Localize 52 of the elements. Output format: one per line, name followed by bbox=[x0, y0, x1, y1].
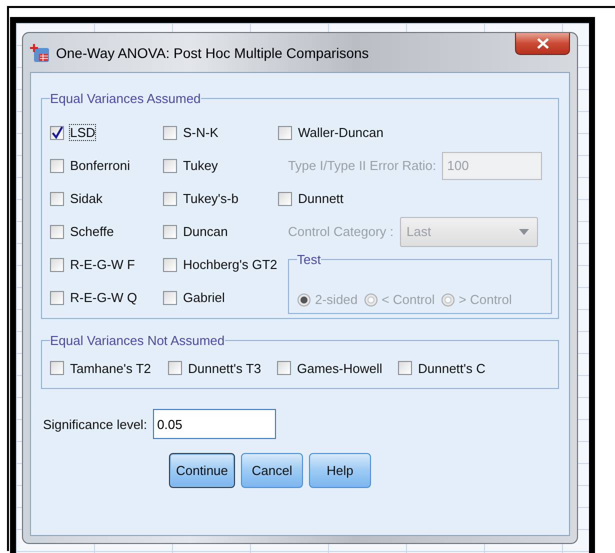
field-label: Type I/Type II Error Ratio: bbox=[288, 158, 436, 173]
checkbox[interactable] bbox=[163, 224, 177, 238]
checkbox-label[interactable]: Hochberg's GT2 bbox=[183, 257, 278, 272]
checkbox-label[interactable]: Games-Howell bbox=[297, 360, 382, 376]
checkbox-label[interactable]: LSD bbox=[70, 125, 96, 140]
checkbox[interactable] bbox=[50, 361, 64, 375]
checkbox-label[interactable]: Tukey's-b bbox=[183, 191, 238, 206]
checkbox-label[interactable]: Dunnett's C bbox=[418, 360, 486, 376]
window-title: One-Way ANOVA: Post Hoc Multiple Comparisons bbox=[56, 44, 370, 60]
dialog-button[interactable]: Cancel bbox=[241, 453, 304, 488]
close-button[interactable] bbox=[515, 33, 570, 55]
checkbox-label[interactable]: Bonferroni bbox=[70, 158, 130, 173]
field-label: Control Category : bbox=[288, 224, 394, 239]
checkmark-icon bbox=[51, 126, 63, 140]
table-icon bbox=[30, 42, 50, 62]
checkbox-label[interactable]: Duncan bbox=[183, 224, 228, 239]
checkbox[interactable] bbox=[168, 361, 182, 375]
group-title: Equal Variances Assumed bbox=[50, 91, 201, 106]
group-title: Test bbox=[297, 252, 321, 267]
dialog-button[interactable]: Help bbox=[309, 453, 372, 488]
checkbox[interactable] bbox=[163, 192, 177, 206]
checkbox[interactable] bbox=[163, 290, 177, 304]
checkbox[interactable] bbox=[50, 192, 64, 206]
checkbox[interactable] bbox=[163, 126, 177, 140]
dialog-button[interactable]: Continue bbox=[168, 453, 236, 488]
input-field[interactable]: 0.05 bbox=[153, 409, 276, 439]
checkbox-label[interactable]: Waller-Duncan bbox=[298, 125, 384, 140]
checkbox[interactable] bbox=[50, 158, 64, 172]
field-label: Significance level: bbox=[43, 416, 148, 432]
checkbox-label[interactable]: S-N-K bbox=[183, 125, 218, 140]
checkbox[interactable] bbox=[50, 224, 64, 238]
checkbox-label[interactable]: Dunnett's T3 bbox=[188, 360, 262, 376]
checkbox[interactable] bbox=[398, 361, 412, 375]
checkbox[interactable] bbox=[278, 126, 292, 140]
checkbox-label[interactable]: R-E-G-W Q bbox=[70, 290, 138, 305]
checkbox-label[interactable]: R-E-G-W F bbox=[70, 257, 135, 272]
checkbox-label[interactable]: Dunnett bbox=[298, 191, 344, 206]
checkbox-label[interactable]: Sidak bbox=[70, 191, 103, 206]
checkbox[interactable] bbox=[50, 126, 64, 140]
checkbox[interactable] bbox=[163, 258, 177, 272]
caret-icon bbox=[518, 228, 528, 234]
checkbox[interactable] bbox=[278, 192, 292, 206]
checkbox[interactable] bbox=[50, 258, 64, 272]
checkbox-label[interactable]: Tukey bbox=[183, 158, 218, 173]
checkbox-label[interactable]: Tamhane's T2 bbox=[70, 360, 152, 376]
checkbox-label[interactable]: Scheffe bbox=[70, 224, 114, 239]
checkbox-label[interactable]: Gabriel bbox=[183, 290, 225, 305]
group-title: Equal Variances Not Assumed bbox=[50, 333, 225, 348]
checkbox[interactable] bbox=[163, 158, 177, 172]
checkbox[interactable] bbox=[277, 361, 291, 375]
checkbox[interactable] bbox=[50, 290, 64, 304]
close-icon bbox=[536, 38, 548, 49]
